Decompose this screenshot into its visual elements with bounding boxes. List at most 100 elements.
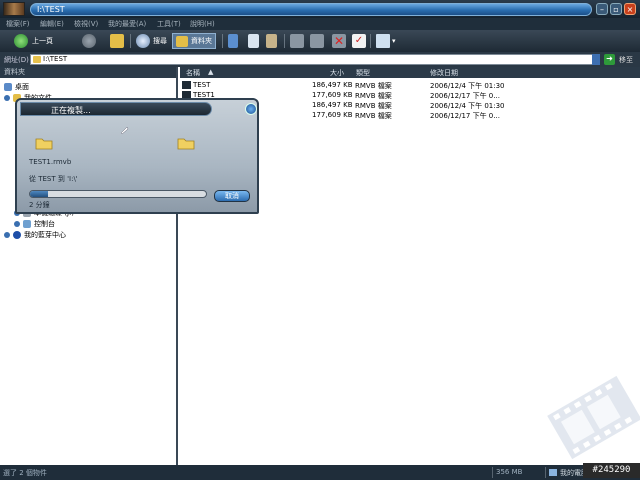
tree-item-label: 我的藍芽中心 [24, 231, 66, 239]
explorer-window: I:\TEST – ▫ × 檔案(F) 編輯(E) 檢視(V) 我的最愛(A) … [0, 0, 640, 480]
copy-progress-bar [29, 190, 207, 198]
status-size: 356 MB [496, 468, 523, 476]
copying-file-name: TEST1.rmvb [29, 158, 72, 166]
properties-icon: ✓ [352, 34, 366, 48]
delete-button[interactable]: ✕ [332, 33, 346, 49]
forward-button[interactable] [82, 33, 96, 49]
title-pill: I:\TEST [30, 3, 592, 16]
menu-tools[interactable]: 工具(T) [157, 19, 181, 29]
dialog-title: 正在複製... [51, 106, 91, 115]
back-button[interactable]: 上一頁 [14, 33, 53, 49]
toolbar: 上一頁 搜尋 資料夾 ✕ ✓ ▾ [0, 30, 640, 52]
menu-bar: 檔案(F) 編輯(E) 檢視(V) 我的最愛(A) 工具(T) 說明(H) [0, 18, 640, 30]
copy-progress-dialog: 正在複製... TEST1.rmvb 從 TEST 到 'I:\' 取消 2 分… [15, 98, 259, 214]
copy-to-icon [310, 34, 324, 48]
move-to-button[interactable] [290, 33, 304, 49]
status-bar: 選了 2 個物件 356 MB 我的電腦 [0, 465, 640, 480]
close-button[interactable]: × [624, 3, 636, 15]
back-label: 上一頁 [32, 37, 53, 45]
tree-item-desktop[interactable]: 桌面 [4, 82, 29, 92]
source-folder-icon [35, 138, 53, 150]
column-size[interactable]: 大小 [330, 68, 344, 78]
delete-icon: ✕ [332, 34, 346, 48]
dialog-title-bar[interactable]: 正在複製... [20, 102, 212, 116]
folders-pane-header: 資料夾 [0, 67, 176, 78]
desktop-icon [4, 83, 12, 91]
cancel-button[interactable]: 取消 [214, 190, 250, 202]
expand-icon[interactable] [14, 221, 20, 227]
address-dropdown-button[interactable] [592, 54, 600, 65]
address-input[interactable]: I:\TEST [30, 54, 598, 65]
go-button[interactable]: ➜ [604, 54, 615, 65]
title-bar[interactable]: I:\TEST – ▫ × [0, 0, 640, 18]
file-size: 177,609 KB [312, 111, 353, 119]
sort-ascending-icon: ▲ [208, 68, 214, 76]
views-button[interactable]: ▾ [376, 33, 396, 49]
toolbar-separator [222, 34, 223, 48]
address-bar: 網址(D) I:\TEST ➜ 移至 [0, 52, 640, 67]
tree-item-label: 控制台 [34, 220, 55, 228]
minimize-button[interactable]: – [596, 3, 608, 15]
expand-icon[interactable] [4, 95, 10, 101]
tree-item-bluetooth[interactable]: 我的藍芽中心 [4, 230, 66, 240]
forward-arrow-icon [82, 34, 96, 48]
menu-edit[interactable]: 編輯(E) [40, 19, 64, 29]
copy-icon [248, 34, 259, 48]
folder-icon [33, 56, 41, 63]
cut-button[interactable] [228, 33, 238, 49]
column-date[interactable]: 修改日期 [430, 68, 458, 78]
app-icon [3, 2, 25, 16]
time-remaining: 2 分鐘 [29, 201, 50, 209]
window-title: I:\TEST [37, 5, 65, 14]
up-button[interactable] [110, 33, 124, 49]
properties-button[interactable]: ✓ [352, 33, 366, 49]
column-header-bar: 名稱 ▲ 大小 類型 修改日期 [180, 67, 640, 78]
table-row[interactable]: TEST 186,497 KB RMVB 檔案 2006/12/4 下午 01:… [180, 80, 640, 90]
copy-to-button[interactable] [310, 33, 324, 49]
progress-fill [30, 191, 48, 197]
move-to-icon [290, 34, 304, 48]
rmvb-file-icon [182, 81, 191, 89]
folders-button[interactable]: 資料夾 [172, 33, 216, 49]
menu-file[interactable]: 檔案(F) [6, 19, 30, 29]
tree-item-control-panel[interactable]: 控制台 [14, 219, 55, 229]
status-separator [545, 467, 546, 478]
search-button[interactable]: 搜尋 [136, 33, 167, 49]
menu-favorites[interactable]: 我的最愛(A) [108, 19, 146, 29]
go-label[interactable]: 移至 [619, 55, 633, 65]
folders-label: 資料夾 [191, 37, 212, 45]
control-panel-icon [23, 220, 31, 228]
scissors-icon [228, 34, 238, 48]
flying-paper-icon [120, 126, 129, 135]
column-type[interactable]: 類型 [356, 68, 370, 78]
tree-item-label: 桌面 [15, 83, 29, 91]
target-folder-icon [177, 138, 195, 150]
copy-button[interactable] [248, 33, 259, 49]
status-separator [492, 467, 493, 478]
copy-from-to: 從 TEST 到 'I:\' [29, 175, 78, 183]
toolbar-separator [130, 34, 131, 48]
folder-icon [176, 35, 188, 47]
dialog-close-button[interactable] [245, 103, 257, 115]
toolbar-separator [370, 34, 371, 48]
file-size: 186,497 KB [312, 101, 353, 109]
file-name: TEST [193, 81, 211, 89]
folder-up-icon [110, 34, 124, 48]
bluetooth-icon [13, 231, 21, 239]
file-type: RMVB 檔案 [355, 112, 392, 120]
address-label: 網址(D) [4, 56, 29, 64]
menu-view[interactable]: 檢視(V) [74, 19, 98, 29]
film-watermark-icon [547, 375, 640, 460]
computer-icon [549, 469, 557, 476]
paste-icon [266, 34, 277, 48]
column-name[interactable]: 名稱 [186, 68, 200, 78]
chevron-down-icon: ▾ [392, 37, 396, 45]
file-size: 186,497 KB [312, 81, 353, 89]
toolbar-separator [284, 34, 285, 48]
image-id-badge: #245290 [583, 463, 640, 478]
expand-icon[interactable] [4, 232, 10, 238]
status-selection: 選了 2 個物件 [3, 469, 47, 477]
menu-help[interactable]: 說明(H) [190, 19, 215, 29]
maximize-button[interactable]: ▫ [610, 3, 622, 15]
paste-button[interactable] [266, 33, 277, 49]
